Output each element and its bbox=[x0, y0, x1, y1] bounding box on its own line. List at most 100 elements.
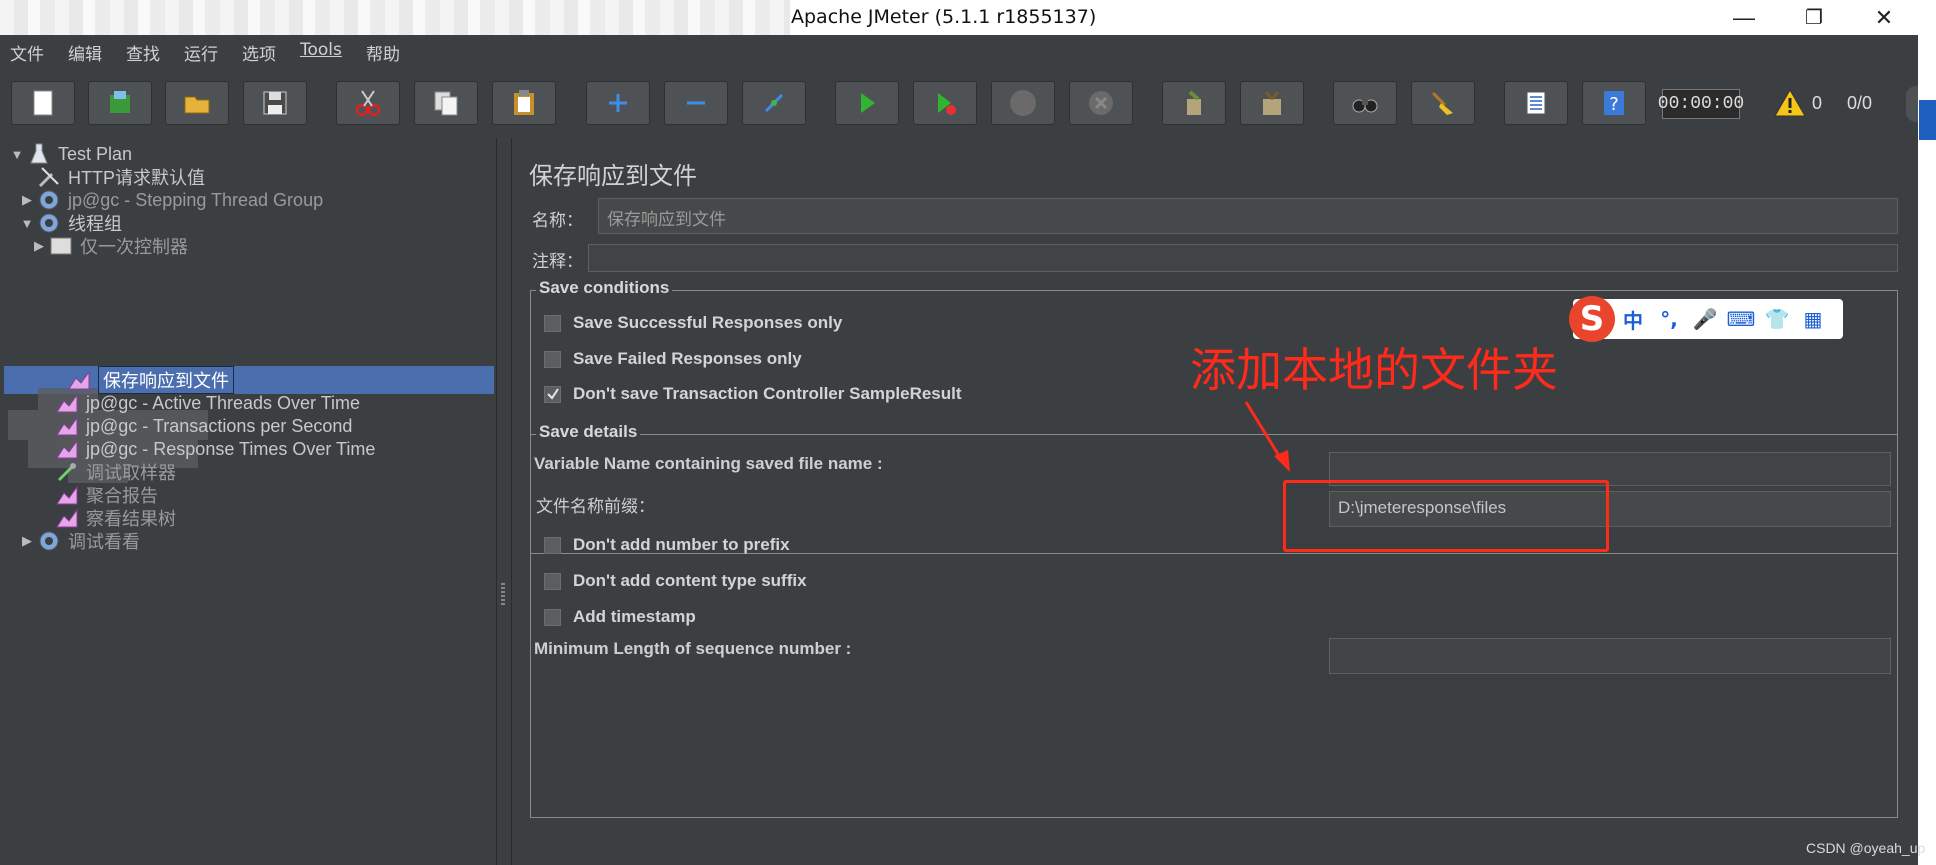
start-icon bbox=[861, 93, 875, 113]
keyboard-icon[interactable]: ⌨ bbox=[1723, 307, 1759, 331]
save-button[interactable] bbox=[243, 81, 307, 125]
cut-button[interactable] bbox=[336, 81, 400, 125]
warning-icon[interactable] bbox=[1774, 88, 1806, 118]
element-config-panel: 保存响应到文件 名称： 保存响应到文件 注释： Save conditions … bbox=[512, 138, 1918, 865]
outer-scroll-thumb[interactable] bbox=[1919, 100, 1936, 140]
panel-splitter[interactable] bbox=[496, 138, 512, 865]
menu-file[interactable]: 文件 bbox=[10, 40, 44, 65]
min-length-input[interactable] bbox=[1329, 638, 1891, 674]
menu-search[interactable]: 查找 bbox=[126, 40, 160, 65]
checkbox-checked[interactable] bbox=[544, 385, 561, 403]
toolbox-grid-icon[interactable]: ▦ bbox=[1795, 307, 1831, 331]
panel-title: 保存响应到文件 bbox=[529, 162, 697, 190]
expand-all-button[interactable] bbox=[586, 81, 650, 125]
annotation-arrow bbox=[1244, 401, 1290, 472]
dont-save-transaction-controller-option[interactable]: Don't save Transaction Controller Sample… bbox=[544, 384, 962, 404]
checkbox[interactable] bbox=[544, 314, 561, 332]
annotation-text: 添加本地的文件夹 bbox=[1190, 343, 1558, 397]
new-button[interactable] bbox=[11, 81, 75, 125]
window-title: Apache JMeter (5.1.1 r1855137) bbox=[791, 6, 1097, 28]
restore-button[interactable]: ❐ bbox=[1784, 0, 1844, 35]
checkbox[interactable] bbox=[544, 608, 561, 626]
controller-icon bbox=[48, 233, 74, 259]
reset-search-icon bbox=[1431, 91, 1453, 115]
checkbox[interactable] bbox=[544, 350, 561, 368]
help-icon: ? bbox=[1604, 91, 1624, 115]
ime-chinese-mode[interactable]: 中 bbox=[1615, 305, 1651, 334]
expand-arrow-icon[interactable]: ▶ bbox=[18, 192, 36, 208]
menu-edit[interactable]: 编辑 bbox=[68, 40, 102, 65]
start-no-pauses-button[interactable] bbox=[913, 81, 977, 125]
paste-icon bbox=[514, 90, 534, 115]
toggle-button[interactable] bbox=[742, 81, 806, 125]
sogou-logo-icon: S bbox=[1569, 296, 1615, 342]
help-button[interactable]: ? bbox=[1582, 81, 1646, 125]
save-conditions-legend: Save conditions bbox=[536, 278, 673, 298]
microphone-icon[interactable]: 🎤 bbox=[1687, 307, 1723, 331]
stop-icon bbox=[1010, 90, 1036, 116]
comment-input[interactable] bbox=[588, 244, 1898, 272]
minimize-button[interactable]: — bbox=[1714, 0, 1774, 35]
skin-shirt-icon[interactable]: 👕 bbox=[1759, 307, 1795, 331]
clear-all-icon bbox=[1263, 91, 1281, 115]
menu-tools[interactable]: Tools bbox=[300, 40, 342, 60]
expand-arrow-icon[interactable]: ▶ bbox=[18, 533, 36, 549]
save-icon bbox=[263, 91, 287, 115]
watermark: CSDN @oyeah_up bbox=[1806, 840, 1926, 856]
shutdown-button[interactable] bbox=[1069, 81, 1133, 125]
dont-add-content-type-option[interactable]: Don't add content type suffix bbox=[544, 571, 807, 591]
warning-count: 0 bbox=[1812, 93, 1823, 113]
search-button[interactable] bbox=[1333, 81, 1397, 125]
paste-button[interactable] bbox=[492, 81, 556, 125]
ime-punctuation-icon[interactable]: °, bbox=[1651, 307, 1687, 331]
dont-add-number-option[interactable]: Don't add number to prefix bbox=[544, 535, 790, 555]
menu-help[interactable]: 帮助 bbox=[366, 40, 400, 65]
clear-all-button[interactable] bbox=[1240, 81, 1304, 125]
blurred-title-area bbox=[0, 0, 790, 35]
menu-run[interactable]: 运行 bbox=[184, 40, 218, 65]
window-titlebar: Apache JMeter (5.1.1 r1855137) — ❐ ✕ bbox=[0, 0, 1936, 35]
save-successful-only-option[interactable]: Save Successful Responses only bbox=[544, 313, 842, 333]
tree-node-debug-view[interactable]: ▶ 调试看看 bbox=[18, 528, 140, 554]
expand-icon bbox=[609, 94, 627, 112]
toolbar: ? 00:00:00 0 0/0 bbox=[0, 68, 1926, 139]
annotation-highlight-box bbox=[1283, 480, 1609, 552]
function-helper-icon bbox=[1526, 91, 1546, 115]
checkbox[interactable] bbox=[544, 572, 561, 590]
open-button[interactable] bbox=[165, 81, 229, 125]
variable-name-label: Variable Name containing saved file name… bbox=[534, 454, 883, 473]
name-input[interactable]: 保存响应到文件 bbox=[598, 198, 1898, 234]
min-length-label: Minimum Length of sequence number : bbox=[534, 639, 852, 658]
collapse-arrow-icon[interactable]: ▼ bbox=[8, 147, 26, 162]
check-icon bbox=[546, 388, 559, 400]
start-button[interactable] bbox=[835, 81, 899, 125]
filename-prefix-label: 文件名称前缀： bbox=[536, 497, 655, 516]
templates-button[interactable] bbox=[88, 81, 152, 125]
splitter-grip[interactable] bbox=[501, 583, 505, 605]
collapse-arrow-icon[interactable]: ▼ bbox=[18, 216, 36, 231]
stop-button[interactable] bbox=[991, 81, 1055, 125]
save-failed-only-option[interactable]: Save Failed Responses only bbox=[544, 349, 802, 369]
outer-scrollbar[interactable] bbox=[1918, 35, 1936, 865]
menu-bar: 文件 编辑 查找 运行 选项 Tools 帮助 bbox=[0, 35, 1918, 68]
checkbox[interactable] bbox=[544, 536, 561, 554]
expand-arrow-icon[interactable]: ▶ bbox=[30, 238, 48, 254]
menu-options[interactable]: 选项 bbox=[242, 40, 276, 65]
clear-button[interactable] bbox=[1162, 81, 1226, 125]
clear-icon bbox=[1187, 90, 1201, 115]
collapse-all-button[interactable] bbox=[664, 81, 728, 125]
reset-search-button[interactable] bbox=[1411, 81, 1475, 125]
new-icon bbox=[33, 90, 53, 116]
add-timestamp-option[interactable]: Add timestamp bbox=[544, 607, 696, 627]
shutdown-icon bbox=[1089, 91, 1113, 115]
ime-toolbar[interactable]: S 中 °, 🎤 ⌨ 👕 ▦ bbox=[1569, 296, 1843, 342]
function-helper-button[interactable] bbox=[1504, 81, 1568, 125]
open-icon bbox=[184, 96, 210, 114]
cut-icon bbox=[355, 90, 381, 117]
copy-button[interactable] bbox=[414, 81, 478, 125]
tree-node-once-only-controller[interactable]: ▶ 仅一次控制器 bbox=[30, 233, 188, 259]
start-no-pauses-icon bbox=[938, 93, 956, 115]
close-button[interactable]: ✕ bbox=[1854, 0, 1914, 35]
svg-text:?: ? bbox=[1609, 94, 1619, 115]
copy-icon bbox=[434, 91, 458, 116]
